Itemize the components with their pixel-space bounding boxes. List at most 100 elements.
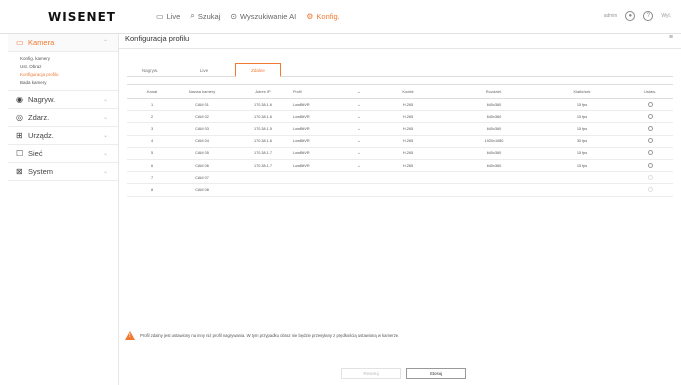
nav-search[interactable]: ⌕ Szukaj xyxy=(190,11,220,21)
nav-ai-search[interactable]: ⊙ Wyszukiwanie AI xyxy=(230,11,296,21)
cell-settings[interactable] xyxy=(627,110,673,124)
submenu-camera-config[interactable]: Konfig. kamery xyxy=(20,55,118,63)
search-icon: ⌕ xyxy=(190,11,195,20)
sidebar-item-network[interactable]: ☐ Sieć ⌄ xyxy=(8,145,118,163)
tab-remote[interactable]: Zdalne xyxy=(235,63,281,77)
cell-settings[interactable] xyxy=(627,135,673,148)
page-title: Konfiguracja profilu xyxy=(125,34,190,43)
help-icon[interactable]: ? xyxy=(643,11,654,21)
cell-camera-name: CAM 08 xyxy=(171,183,233,197)
settings-gear-icon[interactable] xyxy=(647,101,653,107)
device-icon: ⊞ xyxy=(16,131,23,140)
nav-config[interactable]: ⚙ Konfig. xyxy=(306,11,340,21)
cell-ip: 170.38.1.7 xyxy=(233,147,293,160)
chevron-down-icon: ⌄ xyxy=(102,169,108,175)
cell-camera-name: CAM 03 xyxy=(171,122,233,136)
cell-settings[interactable] xyxy=(627,171,673,185)
settings-gear-icon[interactable] xyxy=(647,174,653,180)
apply-button[interactable]: Stosuj xyxy=(406,368,466,379)
settings-gear-icon[interactable] xyxy=(647,186,653,192)
cell-resolution xyxy=(451,171,537,185)
settings-gear-icon[interactable] xyxy=(647,138,653,144)
cell-channel: 6 xyxy=(127,159,171,173)
cell-profile xyxy=(293,171,365,185)
sidebar-item-label: Kamera xyxy=(28,38,55,47)
cell-profile[interactable]: LowBitVR ⌄ xyxy=(293,122,365,136)
col-settings: Ustaw. xyxy=(627,84,673,99)
cell-settings[interactable] xyxy=(627,159,673,173)
cell-camera-name: CAM 04 xyxy=(171,135,233,148)
settings-gear-icon[interactable] xyxy=(647,125,653,131)
table-row: 4 CAM 04 170.38.1.6 LowBitVR ⌄ H.265 1920x1080… xyxy=(127,135,673,148)
cell-ip: 170.38.1.7 xyxy=(233,159,293,173)
sidebar-item-label: Sieć xyxy=(28,149,43,158)
cell-channel: 2 xyxy=(127,110,171,124)
title-divider xyxy=(119,48,681,49)
table-row: 8 CAM 08 xyxy=(127,183,673,197)
settings-gear-icon[interactable] xyxy=(647,150,653,156)
nav-search-label: Szukaj xyxy=(197,11,221,21)
cell-codec: H.265 xyxy=(365,98,451,112)
warning-message: ! Profil zdalny jest ustawiony na inny n… xyxy=(125,331,399,340)
record-icon: ◉ xyxy=(16,95,23,104)
col-resolution: Rozdziel. xyxy=(451,84,537,99)
sidebar-item-label: Zdarz. xyxy=(28,113,50,122)
cell-fps xyxy=(537,171,627,185)
cell-resolution xyxy=(451,183,537,197)
nav-config-label: Konfig. xyxy=(316,11,340,21)
profile-tabs: Nagryw. Live Zdalne xyxy=(127,63,673,77)
user-name[interactable]: admin xyxy=(604,13,618,19)
ai-search-icon: ⊙ xyxy=(230,11,238,21)
submenu-camera-status[interactable]: Bada kamery xyxy=(20,79,118,87)
menu-icon[interactable]: ≡ xyxy=(669,34,673,41)
profile-select-value: LowBitVR xyxy=(293,102,310,107)
cell-codec: H.265 xyxy=(365,122,451,136)
sidebar-item-label: Nagryw. xyxy=(28,95,56,104)
chevron-down-icon: ⌄ xyxy=(356,162,361,169)
cell-profile[interactable]: LowBitVR ⌄ xyxy=(293,98,365,112)
profile-select-value: LowBitVR xyxy=(293,139,310,144)
cell-settings[interactable] xyxy=(627,98,673,112)
sidebar-item-camera[interactable]: ▭ Kamera ⌃ xyxy=(8,34,118,52)
settings-gear-icon[interactable] xyxy=(647,113,653,119)
settings-gear-icon[interactable] xyxy=(647,162,653,168)
gear-icon: ⚙ xyxy=(306,11,314,21)
cell-settings[interactable] xyxy=(627,147,673,160)
chevron-down-icon: ⌄ xyxy=(102,97,108,103)
cell-settings[interactable] xyxy=(627,183,673,197)
tab-live[interactable]: Live xyxy=(181,63,227,77)
sidebar-item-device[interactable]: ⊞ Urządz. ⌄ xyxy=(8,127,118,145)
col-profile-label: Profil xyxy=(293,89,302,94)
submenu-profile-config[interactable]: Konfiguracja profilu xyxy=(20,71,118,79)
reset-button[interactable]: Resetuj xyxy=(341,368,401,379)
cell-resolution: 640x360 xyxy=(451,159,537,173)
nav-live[interactable]: ▭ Live xyxy=(156,11,180,21)
sidebar-item-record[interactable]: ◉ Nagryw. ⌄ xyxy=(8,91,118,109)
sidebar-item-label: Urządz. xyxy=(28,131,54,140)
col-codec: Kodek xyxy=(365,84,451,99)
chevron-down-icon[interactable]: ⌄ xyxy=(357,89,361,95)
chevron-up-icon: ⌃ xyxy=(102,40,108,46)
cell-ip xyxy=(233,171,293,185)
cell-codec: H.265 xyxy=(365,110,451,124)
cell-profile[interactable]: LowBitVR ⌄ xyxy=(293,159,365,173)
cell-fps: 15 fps xyxy=(537,98,627,112)
logout-button[interactable]: Wyl. xyxy=(661,13,671,19)
chevron-down-icon: ⌄ xyxy=(356,125,361,132)
user-icon[interactable]: ● xyxy=(625,11,636,21)
chevron-down-icon: ⌄ xyxy=(356,113,361,120)
submenu-image-settings[interactable]: Ust. Obraz xyxy=(20,63,118,71)
cell-profile[interactable]: LowBitVR ⌄ xyxy=(293,135,365,148)
table-row: 5 CAM 05 170.38.1.7 LowBitVR ⌄ H.265 640x360 15… xyxy=(127,147,673,160)
cell-resolution: 640x360 xyxy=(451,122,537,136)
cell-profile[interactable]: LowBitVR ⌄ xyxy=(293,147,365,160)
sidebar-item-event[interactable]: ◎ Zdarz. ⌄ xyxy=(8,109,118,127)
tab-record[interactable]: Nagryw. xyxy=(127,63,173,77)
monitor-icon: ▭ xyxy=(156,11,164,21)
sidebar-item-system[interactable]: ⊠ System ⌄ xyxy=(8,163,118,181)
chevron-down-icon: ⌄ xyxy=(102,151,108,157)
camera-icon: ▭ xyxy=(16,38,24,47)
cell-profile[interactable]: LowBitVR ⌄ xyxy=(293,110,365,124)
cell-settings[interactable] xyxy=(627,122,673,136)
cell-codec: H.265 xyxy=(365,159,451,173)
